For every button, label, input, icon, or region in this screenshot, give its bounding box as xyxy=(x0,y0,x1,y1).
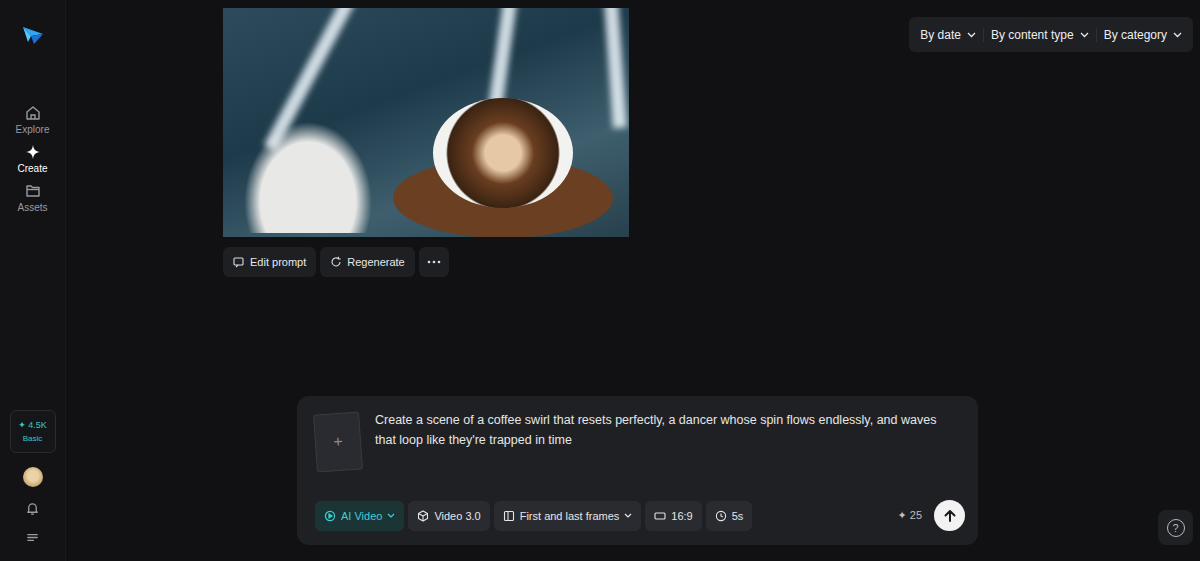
filter-label: By date xyxy=(920,28,961,42)
ai-video-icon xyxy=(324,510,336,522)
option-chip[interactable]: First and last frames xyxy=(494,501,642,531)
sidebar-bottom: ✦ 4.5K Basic xyxy=(10,410,56,561)
sidebar: Explore Create Assets ✦ 4.5K Basic xyxy=(0,0,66,561)
result-image[interactable] xyxy=(223,8,629,237)
filter-bar: By date By content type By category xyxy=(909,17,1193,52)
menu-icon[interactable] xyxy=(25,530,40,545)
chevron-down-icon xyxy=(1173,32,1182,38)
arrow-up-icon xyxy=(943,509,957,523)
submit-button[interactable] xyxy=(934,500,965,531)
option-label: First and last frames xyxy=(520,510,620,522)
option-chip[interactable]: AI Video xyxy=(315,501,404,531)
prompt-toolbar: AI Video Video 3.0 First and last frames 16… xyxy=(315,500,965,531)
sidebar-item[interactable]: Create xyxy=(0,142,65,177)
chevron-down-icon xyxy=(967,32,976,38)
result-card: Edit prompt Regenerate xyxy=(223,8,629,277)
chevron-down-icon xyxy=(1080,32,1089,38)
filter-label: By content type xyxy=(991,28,1074,42)
home-icon xyxy=(25,105,41,121)
option-chip[interactable]: Video 3.0 xyxy=(408,501,489,531)
prompt-wrap: + Create a scene of a coffee swirl that r… xyxy=(66,396,1200,561)
avatar-icon[interactable] xyxy=(23,467,43,487)
dancer-figure xyxy=(233,108,383,233)
upload-plus: + xyxy=(333,433,344,452)
prompt-box: + Create a scene of a coffee swirl that r… xyxy=(297,396,978,545)
frames-icon xyxy=(503,510,515,522)
chevron-down-icon xyxy=(387,513,395,518)
filter-dropdown[interactable]: By category xyxy=(1096,28,1189,42)
prompt-input[interactable]: Create a scene of a coffee swirl that re… xyxy=(375,410,965,471)
bell-icon[interactable] xyxy=(25,501,40,516)
option-chip[interactable]: 5s xyxy=(706,501,753,531)
sparkle-icon xyxy=(25,144,41,160)
sidebar-item[interactable]: Explore xyxy=(0,103,65,138)
option-label: 5s xyxy=(732,510,744,522)
aspect-ratio-icon xyxy=(654,510,666,522)
action-label: Regenerate xyxy=(347,256,405,268)
action-label: Edit prompt xyxy=(250,256,306,268)
sidebar-item[interactable]: Assets xyxy=(0,181,65,216)
filter-dropdown[interactable]: By date xyxy=(913,28,983,42)
sidebar-item-label: Assets xyxy=(17,202,47,214)
filter-label: By category xyxy=(1104,28,1167,42)
cup-figure xyxy=(433,98,573,208)
prompt-input-row: + Create a scene of a coffee swirl that r… xyxy=(315,410,965,471)
credits-plan: Basic xyxy=(23,434,43,443)
help-button[interactable]: ? xyxy=(1158,510,1193,545)
sidebar-nav: Explore Create Assets xyxy=(0,103,65,216)
cost-label: ✦ 25 xyxy=(897,509,922,522)
folder-icon xyxy=(25,183,41,199)
more-icon xyxy=(427,260,441,264)
upload-button[interactable]: + xyxy=(313,411,363,472)
clock-icon xyxy=(715,510,727,522)
logo-icon[interactable] xyxy=(22,25,44,45)
edit-icon xyxy=(233,256,245,268)
chevron-down-icon xyxy=(624,513,632,518)
more-button[interactable] xyxy=(419,247,449,277)
main-area: Edit prompt Regenerate By date By content t… xyxy=(66,0,1200,561)
app-page: Explore Create Assets ✦ 4.5K Basic Edit promp… xyxy=(0,0,1200,561)
cube-icon xyxy=(417,510,429,522)
help-icon: ? xyxy=(1167,519,1185,537)
result-actions: Edit prompt Regenerate xyxy=(223,247,629,277)
action-button[interactable]: Edit prompt xyxy=(223,247,316,277)
top-row: Edit prompt Regenerate By date By content t… xyxy=(66,0,1200,277)
option-label: AI Video xyxy=(341,510,382,522)
filter-dropdown[interactable]: By content type xyxy=(983,28,1096,42)
action-button[interactable]: Regenerate xyxy=(320,247,415,277)
credits-badge[interactable]: ✦ 4.5K Basic xyxy=(10,410,56,453)
sidebar-item-label: Explore xyxy=(16,124,50,136)
option-label: 16:9 xyxy=(671,510,692,522)
credits-amount: ✦ 4.5K xyxy=(18,420,47,430)
regenerate-icon xyxy=(330,256,342,268)
sidebar-item-label: Create xyxy=(17,163,47,175)
option-label: Video 3.0 xyxy=(434,510,480,522)
option-chip[interactable]: 16:9 xyxy=(645,501,701,531)
